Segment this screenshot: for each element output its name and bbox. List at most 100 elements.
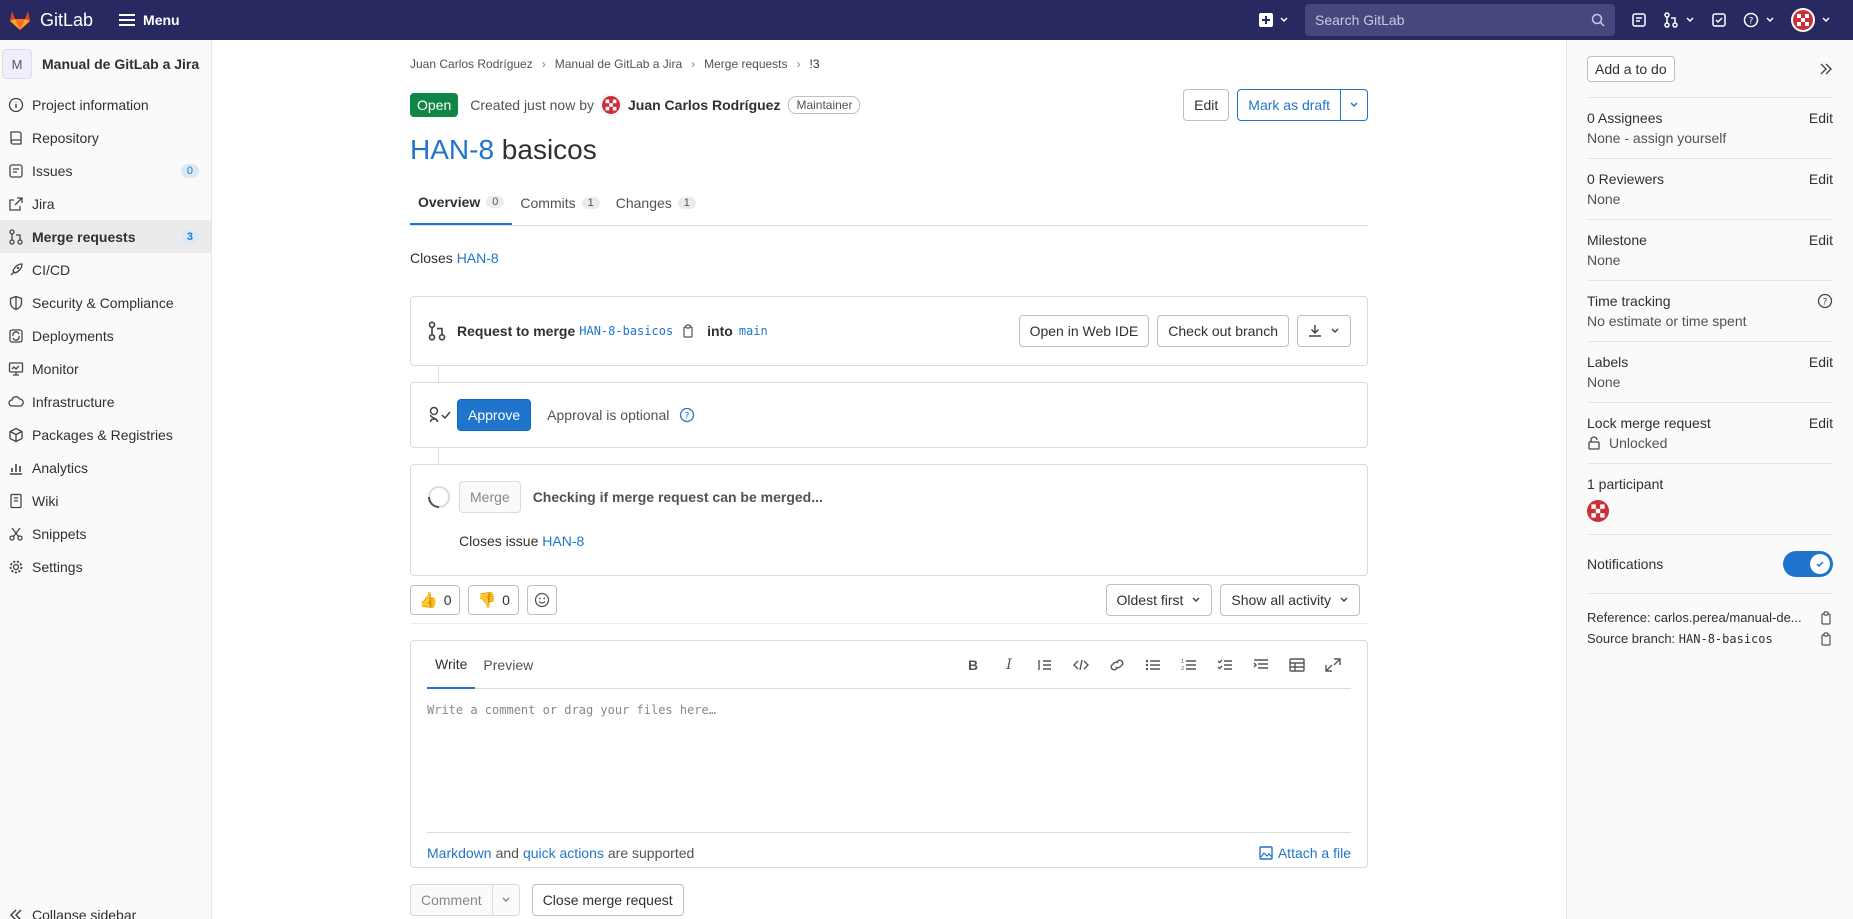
italic-icon[interactable]: I bbox=[991, 657, 1027, 673]
issues-nav-button[interactable] bbox=[1623, 0, 1655, 40]
mark-as-draft-button[interactable]: Mark as draft bbox=[1237, 89, 1341, 121]
reviewers-label: 0 Reviewers bbox=[1587, 171, 1665, 187]
sidebar-item-project-information[interactable]: Project information bbox=[0, 88, 211, 121]
participant-avatar[interactable] bbox=[1587, 500, 1609, 522]
attach-file-button[interactable]: Attach a file bbox=[1259, 845, 1351, 861]
author-avatar[interactable] bbox=[599, 94, 622, 116]
more-actions-dropdown[interactable] bbox=[1341, 89, 1368, 121]
tab-commits[interactable]: Commits 1 bbox=[512, 180, 607, 225]
question-circle-icon[interactable]: ? bbox=[679, 407, 695, 423]
markdown-help-link[interactable]: Markdown bbox=[427, 845, 492, 861]
help-dropdown[interactable]: ? bbox=[1735, 0, 1783, 40]
participants-label: 1 participant bbox=[1587, 476, 1664, 492]
edit-reviewers-link[interactable]: Edit bbox=[1809, 171, 1833, 187]
collapsible-section-icon[interactable] bbox=[1243, 658, 1279, 672]
lock-value: Unlocked bbox=[1609, 435, 1668, 451]
sidebar-item-settings[interactable]: Settings bbox=[0, 550, 211, 583]
quick-actions-link[interactable]: quick actions bbox=[523, 845, 604, 861]
edit-assignees-link[interactable]: Edit bbox=[1809, 110, 1833, 126]
breadcrumb-mr-id[interactable]: !3 bbox=[810, 57, 820, 71]
edit-lock-link[interactable]: Edit bbox=[1809, 415, 1833, 431]
sidebar-item-ci-cd[interactable]: CI/CD bbox=[0, 253, 211, 286]
open-web-ide-button[interactable]: Open in Web IDE bbox=[1018, 315, 1150, 347]
rocket-icon bbox=[8, 262, 24, 278]
tab-changes[interactable]: Changes 1 bbox=[608, 180, 704, 225]
numbered-list-icon[interactable]: 12 bbox=[1171, 658, 1207, 672]
labels-label: Labels bbox=[1587, 354, 1629, 370]
notifications-toggle[interactable] bbox=[1783, 551, 1833, 577]
search-input[interactable] bbox=[1315, 12, 1575, 28]
check-out-branch-button[interactable]: Check out branch bbox=[1157, 315, 1289, 347]
thumbs-down-button[interactable]: 👎 0 bbox=[468, 584, 519, 615]
comment-button[interactable]: Comment bbox=[410, 884, 493, 916]
closes-issue-link[interactable]: HAN-8 bbox=[457, 250, 499, 266]
mr-title-ref[interactable]: HAN-8 bbox=[410, 134, 494, 165]
copy-icon[interactable] bbox=[1819, 631, 1833, 646]
closes-issue-ref-link[interactable]: HAN-8 bbox=[542, 533, 584, 549]
gitlab-home-link[interactable]: GitLab bbox=[8, 8, 93, 32]
right-sidebar: Add a to do 0 Assignees Edit None - assig… bbox=[1566, 40, 1853, 919]
download-dropdown[interactable] bbox=[1297, 315, 1351, 347]
sidebar-item-packages-registries[interactable]: Packages & Registries bbox=[0, 418, 211, 451]
link-icon[interactable] bbox=[1099, 658, 1135, 672]
copy-icon[interactable] bbox=[1819, 610, 1833, 625]
thumbs-up-button[interactable]: 👍 0 bbox=[410, 584, 461, 615]
target-branch-link[interactable]: main bbox=[739, 324, 768, 338]
merge-requests-nav-button[interactable] bbox=[1655, 0, 1703, 40]
project-avatar: M bbox=[2, 49, 32, 79]
merge-button[interactable]: Merge bbox=[459, 481, 521, 513]
identicon-icon bbox=[1793, 10, 1813, 30]
bullet-list-icon[interactable] bbox=[1135, 658, 1171, 672]
collapse-right-sidebar-icon[interactable] bbox=[1819, 62, 1833, 76]
sidebar-item-snippets[interactable]: Snippets bbox=[0, 517, 211, 550]
task-list-icon[interactable] bbox=[1207, 658, 1243, 672]
breadcrumb-merge-requests[interactable]: Merge requests bbox=[704, 57, 787, 71]
table-icon[interactable] bbox=[1279, 657, 1315, 672]
image-icon bbox=[1259, 845, 1273, 860]
collapse-sidebar-button[interactable]: Collapse sidebar bbox=[8, 907, 136, 919]
quote-icon[interactable] bbox=[1027, 658, 1063, 672]
assignees-value[interactable]: None - assign yourself bbox=[1587, 130, 1833, 146]
approve-button[interactable]: Approve bbox=[457, 399, 532, 431]
sidebar-item-deployments[interactable]: Deployments bbox=[0, 319, 211, 352]
edit-labels-link[interactable]: Edit bbox=[1809, 354, 1833, 370]
sidebar-item-merge-requests[interactable]: Merge requests 3 bbox=[0, 220, 211, 253]
project-header[interactable]: M Manual de GitLab a Jira bbox=[0, 40, 211, 88]
edit-milestone-link[interactable]: Edit bbox=[1809, 232, 1833, 248]
add-todo-button[interactable]: Add a to do bbox=[1587, 55, 1675, 82]
sidebar-item-issues[interactable]: Issues 0 bbox=[0, 154, 211, 187]
bold-icon[interactable]: B bbox=[955, 657, 991, 673]
copy-icon[interactable] bbox=[681, 324, 695, 338]
author-link[interactable]: Juan Carlos Rodríguez bbox=[628, 97, 780, 113]
breadcrumb-user[interactable]: Juan Carlos Rodríguez bbox=[410, 57, 533, 71]
tab-overview[interactable]: Overview 0 bbox=[410, 180, 513, 225]
tab-preview[interactable]: Preview bbox=[475, 641, 541, 689]
question-circle-icon[interactable]: ? bbox=[1817, 293, 1833, 309]
info-icon bbox=[8, 97, 24, 113]
add-reaction-button[interactable] bbox=[526, 584, 557, 615]
sidebar-item-wiki[interactable]: Wiki bbox=[0, 484, 211, 517]
breadcrumb-project[interactable]: Manual de GitLab a Jira bbox=[555, 57, 682, 71]
sidebar-item-analytics[interactable]: Analytics bbox=[0, 451, 211, 484]
menu-button[interactable]: Menu bbox=[119, 12, 180, 28]
activity-filter-dropdown[interactable]: Show all activity bbox=[1220, 583, 1360, 616]
sort-order-dropdown[interactable]: Oldest first bbox=[1105, 583, 1213, 616]
sidebar-item-security-compliance[interactable]: Security & Compliance bbox=[0, 286, 211, 319]
comment-type-dropdown[interactable] bbox=[492, 884, 520, 916]
sidebar-item-infrastructure[interactable]: Infrastructure bbox=[0, 385, 211, 418]
code-icon[interactable] bbox=[1063, 658, 1099, 672]
sidebar-item-jira[interactable]: Jira bbox=[0, 187, 211, 220]
tab-write[interactable]: Write bbox=[427, 641, 476, 689]
sidebar-item-monitor[interactable]: Monitor bbox=[0, 352, 211, 385]
source-branch-link[interactable]: HAN-8-basicos bbox=[579, 324, 673, 338]
sidebar-item-repository[interactable]: Repository bbox=[0, 121, 211, 154]
close-merge-request-button[interactable]: Close merge request bbox=[531, 884, 684, 916]
fullscreen-icon[interactable] bbox=[1315, 657, 1351, 672]
search-box[interactable] bbox=[1305, 4, 1615, 36]
edit-button[interactable]: Edit bbox=[1183, 89, 1230, 121]
comment-textarea[interactable] bbox=[427, 689, 1351, 829]
user-menu[interactable] bbox=[1783, 0, 1839, 40]
todos-nav-button[interactable] bbox=[1703, 0, 1735, 40]
mr-title-text: basicos bbox=[501, 134, 597, 165]
new-dropdown[interactable] bbox=[1251, 0, 1297, 40]
